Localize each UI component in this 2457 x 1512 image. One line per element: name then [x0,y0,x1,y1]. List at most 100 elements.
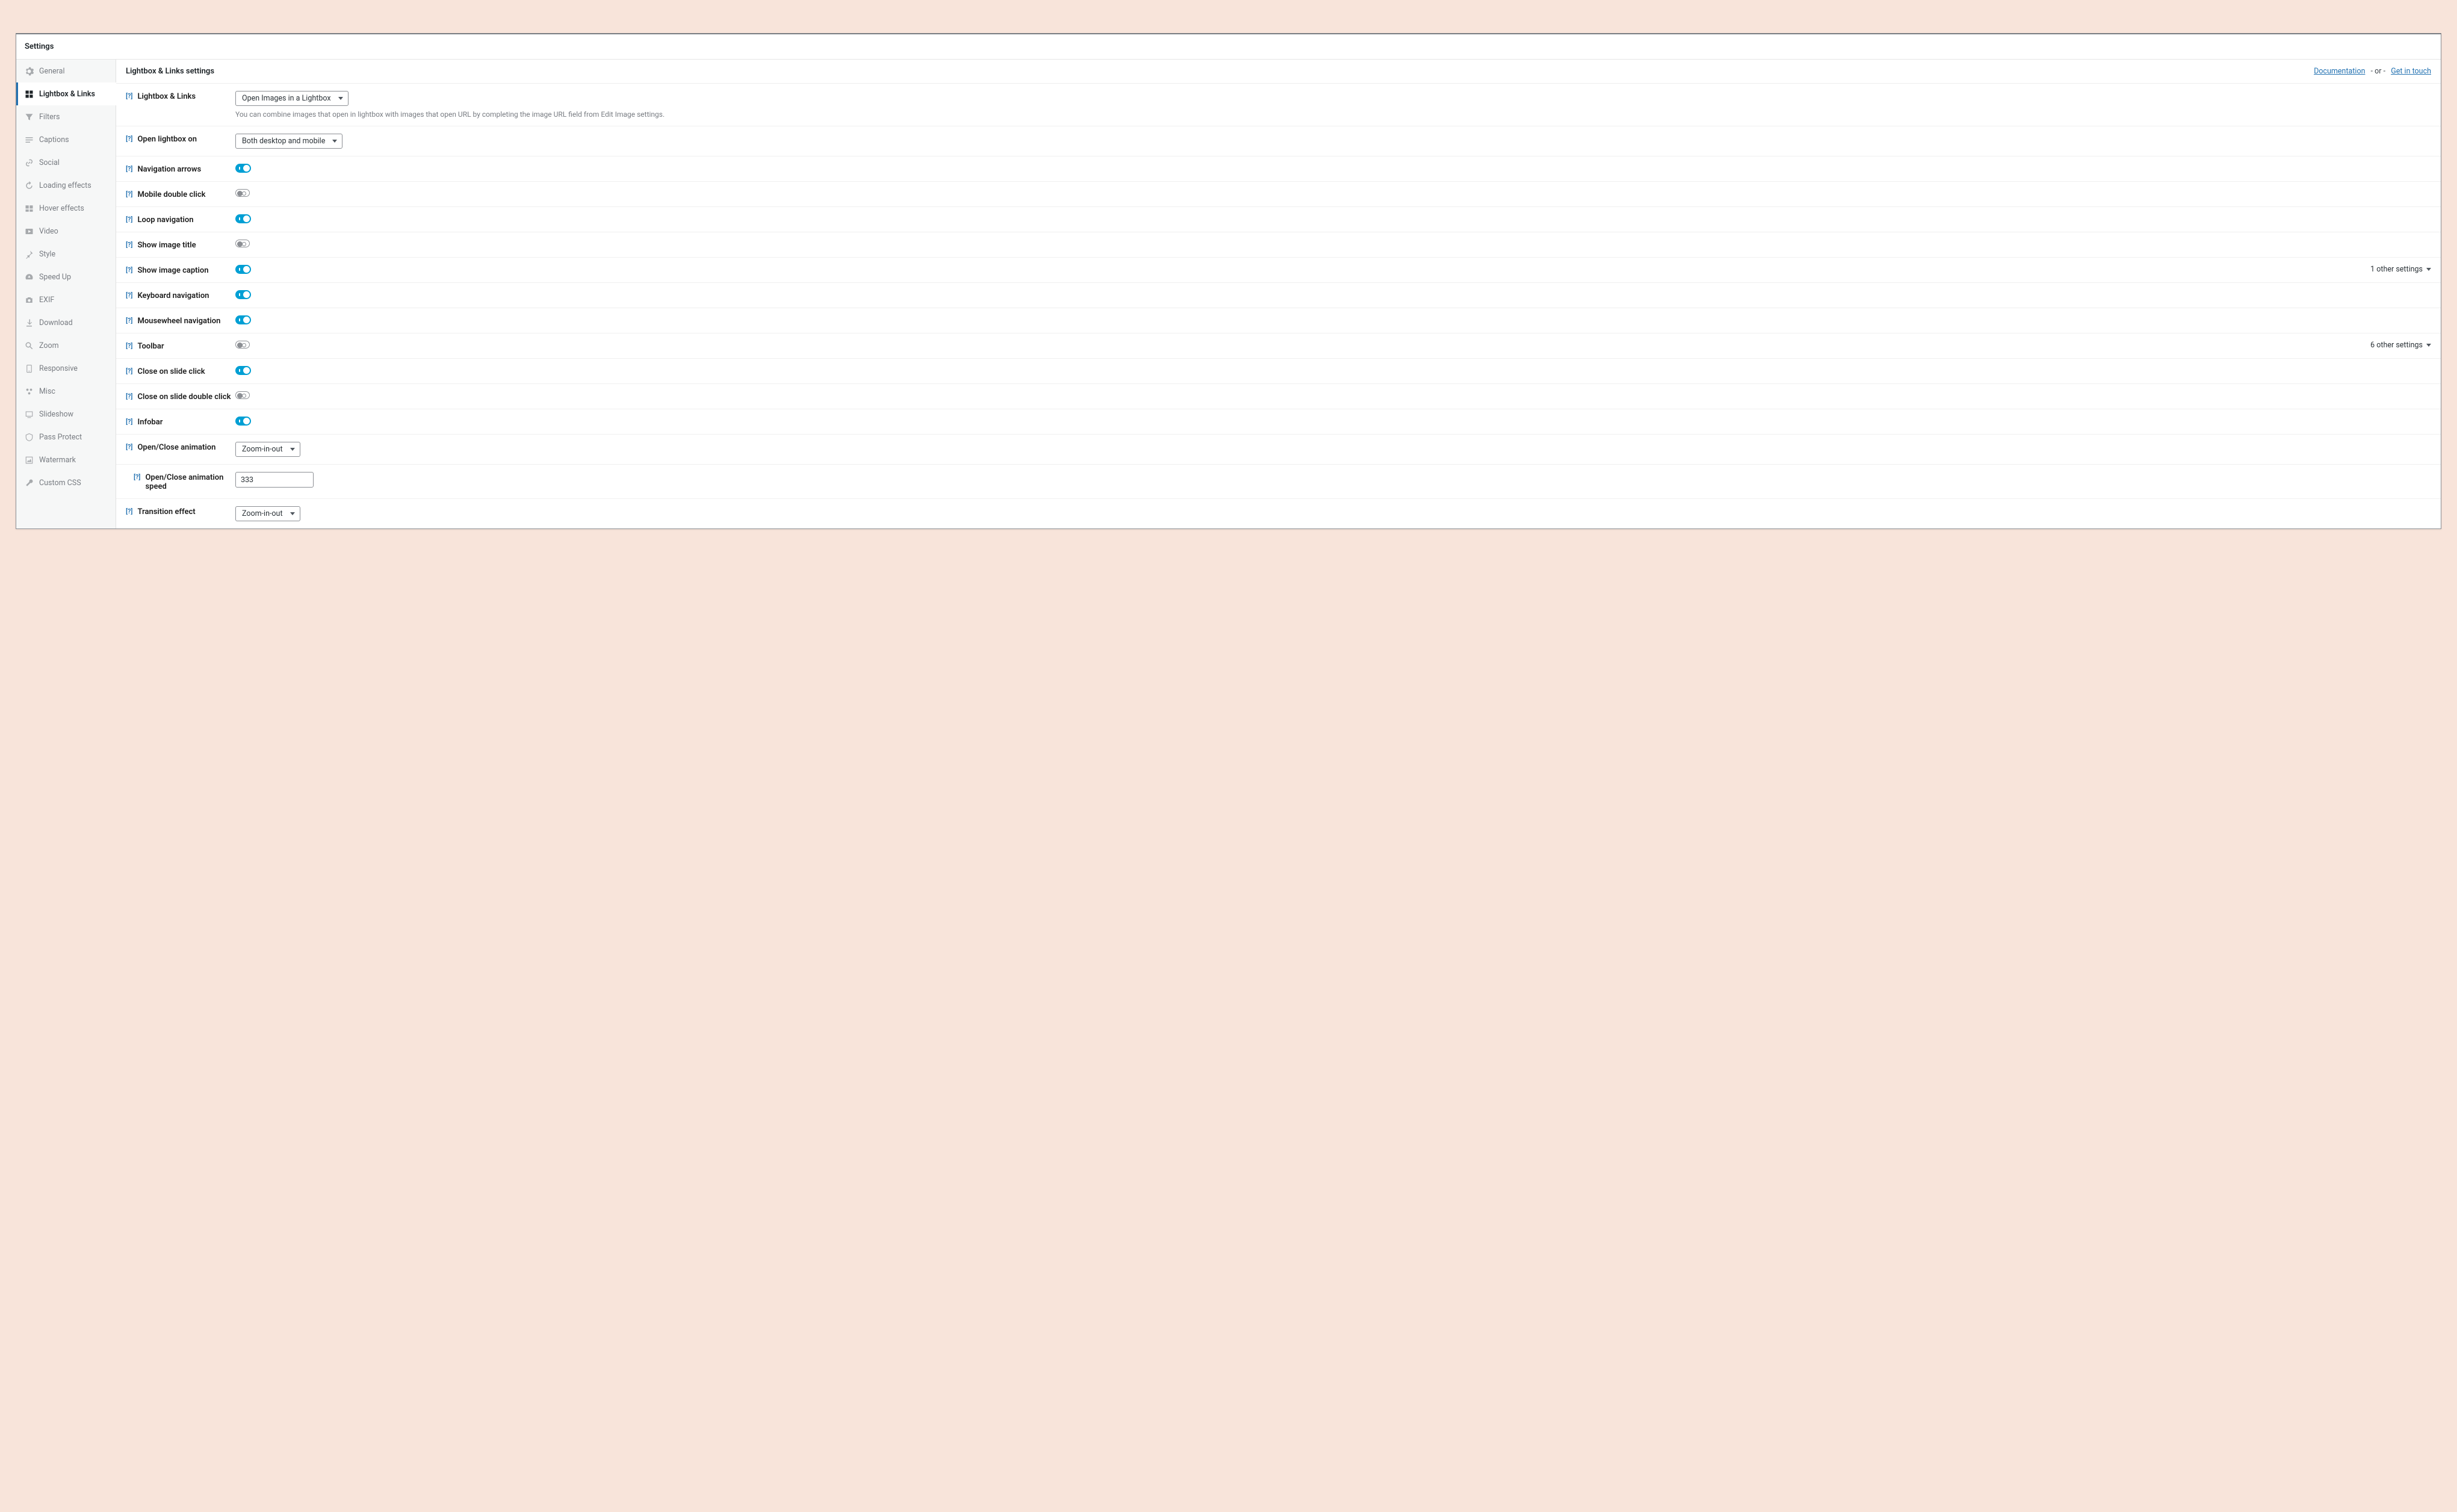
sidebar-item-custom-css[interactable]: Custom CSS [16,471,116,494]
sidebar-item-label: Video [39,227,58,236]
hover-icon [24,203,34,213]
setting-label: Close on slide click [137,367,205,376]
pin-icon [24,249,34,259]
help-icon[interactable]: [?] [126,215,132,223]
expand-toolbar-settings[interactable]: 6 other settings [2370,341,2431,350]
sidebar-item-label: Style [39,250,55,259]
gauge-icon [24,272,34,282]
link-icon [24,158,34,167]
sidebar-item-label: EXIF [39,296,54,305]
settings-rows: [?] Lightbox & Links Open Images in a Lig… [116,84,2441,528]
mobile-double-click-toggle[interactable] [235,189,250,197]
setting-label: Show image caption [137,266,208,275]
sidebar-item-loading-effects[interactable]: Loading effects [16,174,116,197]
page-title: Lightbox & Links settings [126,67,214,76]
captions-icon [24,135,34,144]
help-icon[interactable]: [?] [126,317,132,324]
sidebar-item-zoom[interactable]: Zoom [16,334,116,357]
sidebar-item-lightbox-links[interactable]: Lightbox & Links [16,82,116,105]
sidebar-item-exif[interactable]: EXIF [16,288,116,311]
open-on-select[interactable]: Both desktop and mobile [235,134,342,149]
chevron-down-icon [338,97,343,100]
wrench-icon [24,478,34,488]
navigation-arrows-toggle[interactable] [235,164,251,173]
setting-description: You can combine images that open in ligh… [235,110,665,119]
sidebar-item-style[interactable]: Style [16,243,116,265]
sidebar-item-speed-up[interactable]: Speed Up [16,265,116,288]
sidebar-item-label: Loading effects [39,181,91,190]
row-mobile-double-click: [?]Mobile double click [116,182,2441,207]
setting-label: Toolbar [137,342,164,351]
sidebar-item-label: Speed Up [39,273,71,282]
close-on-slide-double-click-toggle[interactable] [235,391,250,399]
help-icon[interactable]: [?] [126,392,132,400]
get-in-touch-link[interactable]: Get in touch [2391,67,2431,76]
help-icon[interactable]: [?] [126,443,132,451]
show-image-title-toggle[interactable] [235,240,250,247]
open-close-animation-select[interactable]: Zoom-in-out [235,442,300,457]
main-header: Lightbox & Links settings Documentation … [116,60,2441,84]
help-icon[interactable]: [?] [126,367,132,375]
row-open-close-animation-speed: [?]Open/Close animation speed [116,465,2441,499]
sidebar-item-captions[interactable]: Captions [16,128,116,151]
help-icon[interactable]: [?] [126,266,132,274]
sidebar-item-video[interactable]: Video [16,220,116,243]
row-open-lightbox-on: [?]Open lightbox on Both desktop and mob… [116,126,2441,156]
help-icon[interactable]: [?] [126,507,132,515]
row-show-image-title: [?] Show image title [116,232,2441,258]
loop-navigation-toggle[interactable] [235,214,251,223]
sidebar-item-general[interactable]: General [16,60,116,82]
row-open-close-animation: [?] Open/Close animation Zoom-in-out [116,435,2441,465]
sidebar-item-label: Custom CSS [39,479,81,488]
sidebar-item-hover-effects[interactable]: Hover effects [16,197,116,220]
setting-label: Show image title [137,241,196,250]
lightbox-links-select[interactable]: Open Images in a Lightbox [235,91,349,106]
setting-label: Navigation arrows [137,165,201,174]
row-loop-navigation: [?]Loop navigation [116,207,2441,232]
setting-label: Open/Close animation [137,443,215,452]
sidebar-item-pass-protect[interactable]: Pass Protect [16,426,116,448]
transition-effect-select[interactable]: Zoom-in-out [235,506,300,521]
sidebar-item-download[interactable]: Download [16,311,116,334]
row-close-on-slide-double-click: [?]Close on slide double click [116,384,2441,409]
row-lightbox-links: [?] Lightbox & Links Open Images in a Lig… [116,84,2441,126]
help-icon[interactable]: [?] [126,135,132,143]
close-on-slide-click-toggle[interactable] [235,366,251,375]
help-icon[interactable]: [?] [126,291,132,299]
main-panel: Lightbox & Links settings Documentation … [116,60,2441,528]
show-image-caption-toggle[interactable] [235,265,251,274]
row-navigation-arrows: [?] Navigation arrows [116,156,2441,182]
setting-label: Mousewheel navigation [137,317,220,326]
camera-icon [24,295,34,305]
setting-label: Lightbox & Links [137,92,196,101]
infobar-toggle[interactable] [235,417,251,426]
sidebar-item-slideshow[interactable]: Slideshow [16,403,116,426]
device-icon [24,364,34,373]
sidebar-item-responsive[interactable]: Responsive [16,357,116,380]
help-icon[interactable]: [?] [126,92,132,100]
settings-window: Settings General Lightbox & Links Filter… [16,33,2441,529]
mousewheel-navigation-toggle[interactable] [235,315,251,324]
sidebar-item-watermark[interactable]: Watermark [16,448,116,471]
open-close-speed-input[interactable] [235,472,314,488]
image-icon [24,455,34,465]
help-icon[interactable]: [?] [126,190,132,198]
keyboard-navigation-toggle[interactable] [235,290,251,299]
sidebar-item-label: Social [39,158,60,167]
expand-caption-settings[interactable]: 1 other settings [2370,265,2431,274]
sidebar-item-social[interactable]: Social [16,151,116,174]
sidebar-item-label: Download [39,318,73,327]
toolbar-toggle[interactable] [235,341,250,349]
help-icon[interactable]: [?] [126,418,132,426]
help-icon[interactable]: [?] [134,473,140,481]
sidebar-item-label: Filters [39,113,60,122]
help-icon[interactable]: [?] [126,342,132,350]
sidebar: General Lightbox & Links Filters Caption… [16,60,116,528]
sidebar-item-label: Misc [39,387,55,396]
sidebar-item-label: Watermark [39,456,76,465]
sidebar-item-misc[interactable]: Misc [16,380,116,403]
help-icon[interactable]: [?] [126,165,132,173]
help-icon[interactable]: [?] [126,241,132,249]
documentation-link[interactable]: Documentation [2314,67,2365,76]
sidebar-item-filters[interactable]: Filters [16,105,116,128]
